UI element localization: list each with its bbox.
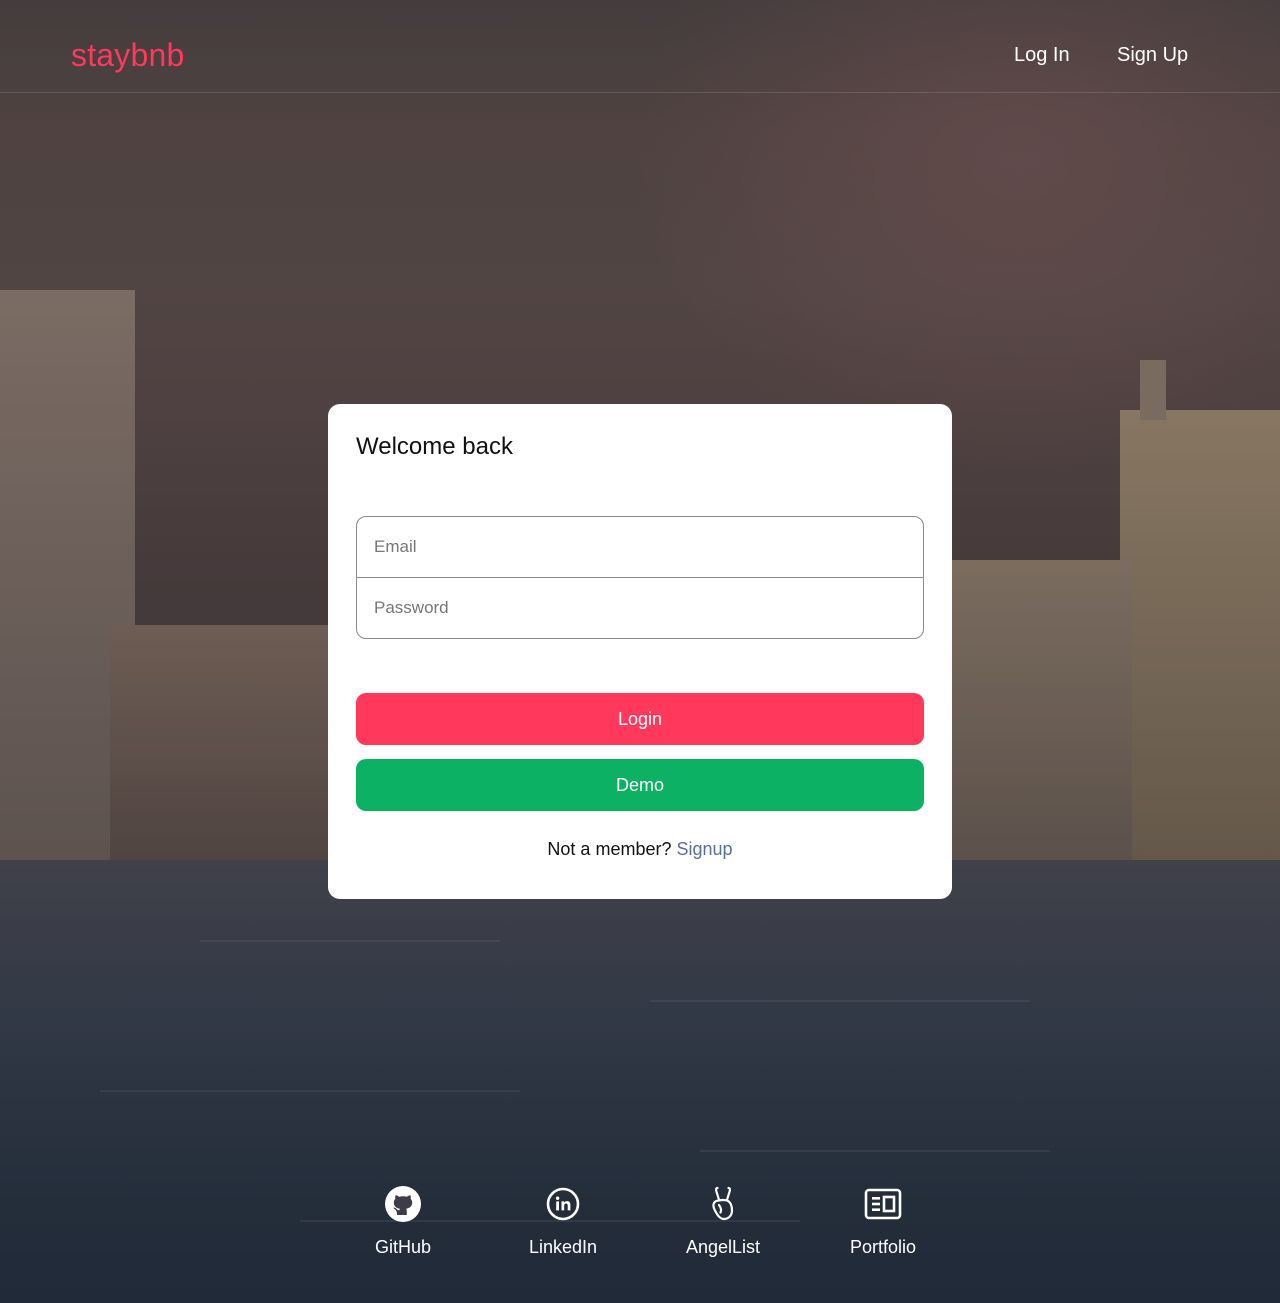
nav-signup-link[interactable]: Sign Up [1117, 42, 1188, 68]
footer-link-linkedin[interactable]: LinkedIn [503, 1184, 623, 1258]
footer-link-portfolio[interactable]: Portfolio [823, 1184, 943, 1258]
signup-link[interactable]: Signup [677, 839, 733, 859]
footer-link-label: Portfolio [849, 1237, 917, 1257]
email-field[interactable] [357, 517, 923, 577]
signup-prompt: Not a member? Signup [328, 838, 952, 860]
linkedin-icon [546, 1187, 580, 1221]
top-nav: staybnb Log In Sign Up [0, 0, 1280, 93]
member-prompt-text: Not a member? [547, 839, 672, 859]
nav-login-link[interactable]: Log In [1014, 42, 1070, 68]
github-icon [385, 1186, 421, 1222]
footer-link-github[interactable]: GitHub [343, 1184, 463, 1258]
footer-link-angellist[interactable]: AngelList [663, 1184, 783, 1258]
angellist-icon [712, 1186, 734, 1221]
credentials-field-group [356, 516, 924, 639]
modal-title: Welcome back [356, 433, 513, 460]
password-field[interactable] [357, 578, 923, 638]
login-modal: Welcome back Login Demo Not a member? Si… [328, 404, 952, 899]
footer-link-label: GitHub [374, 1237, 432, 1257]
footer-link-label: AngelList [685, 1237, 761, 1257]
logo[interactable]: staybnb [71, 36, 184, 74]
login-button[interactable]: Login [356, 693, 924, 745]
portfolio-icon [864, 1188, 902, 1220]
page: staybnb Log In Sign Up Welcome back Logi… [0, 0, 1280, 1303]
footer-link-label: LinkedIn [528, 1237, 598, 1257]
demo-button[interactable]: Demo [356, 759, 924, 811]
